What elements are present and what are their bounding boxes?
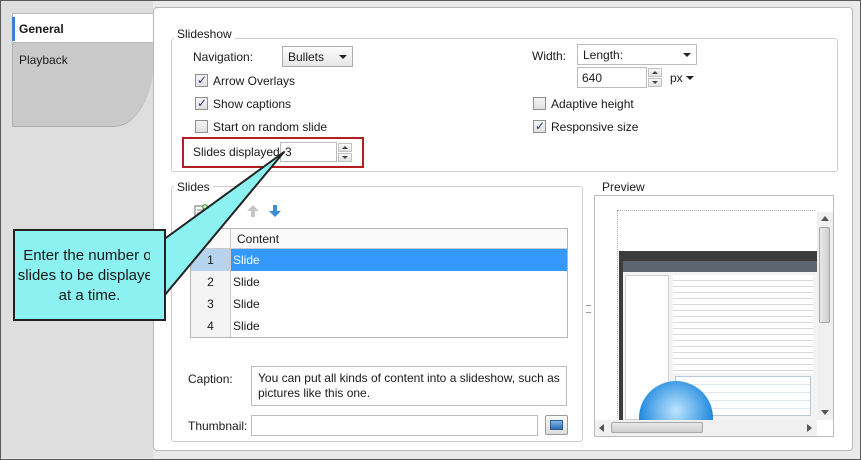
slide-preview-image — [619, 251, 817, 420]
show-captions-label: Show captions — [213, 97, 292, 111]
arrow-overlays-label: Arrow Overlays — [213, 74, 296, 88]
preview-vertical-scrollbar[interactable] — [817, 212, 833, 420]
callout-seam-cover — [150, 246, 164, 306]
adaptive-height-checkbox[interactable] — [533, 97, 546, 110]
scroll-down-icon[interactable] — [821, 410, 829, 415]
slides-displayed-stepper[interactable] — [338, 143, 352, 162]
tab-general-label: General — [19, 22, 64, 36]
spin-down-icon[interactable] — [648, 78, 662, 87]
start-random-checkbox[interactable] — [195, 120, 208, 133]
callout-pointer — [151, 151, 285, 297]
caption-textarea[interactable]: You can put all kinds of content into a … — [251, 366, 567, 406]
width-unit-value: px — [670, 71, 683, 85]
thumbnail-input[interactable] — [251, 415, 538, 436]
show-captions-checkbox[interactable] — [195, 96, 208, 110]
width-value-input[interactable]: 640 — [577, 67, 647, 88]
tab-playback[interactable]: Playback — [19, 53, 68, 67]
scroll-left-icon[interactable] — [599, 424, 604, 432]
navigation-value: Bullets — [288, 50, 325, 64]
adaptive-height-label: Adaptive height — [551, 97, 634, 111]
image-icon — [550, 420, 563, 430]
width-stepper[interactable] — [648, 68, 662, 87]
scroll-right-icon[interactable] — [807, 424, 812, 432]
scroll-thumb[interactable] — [819, 227, 830, 323]
scroll-thumb-horizontal[interactable] — [611, 422, 703, 433]
splitter-grip-icon[interactable] — [586, 305, 591, 313]
chevron-down-icon — [686, 76, 694, 80]
start-random-label: Start on random slide — [213, 120, 328, 134]
spin-up-icon[interactable] — [648, 68, 662, 77]
width-mode-select[interactable]: Length: — [577, 44, 697, 65]
responsive-size-label: Responsive size — [551, 120, 639, 134]
arrow-overlays-checkbox[interactable] — [195, 73, 208, 87]
caption-value: You can put all kinds of content into a … — [258, 371, 560, 400]
responsive-size-checkbox[interactable] — [533, 119, 546, 133]
chevron-down-icon — [339, 55, 347, 59]
slide-screen — [623, 261, 817, 420]
row-number: 4 — [191, 315, 231, 337]
tab-general[interactable]: General — [12, 13, 154, 43]
row-content: Slide — [233, 319, 260, 333]
thumbnail-label: Thumbnail: — [188, 419, 248, 433]
preview-group-title: Preview — [599, 180, 648, 194]
callout-text: Enter the number of slides to be display… — [17, 247, 162, 304]
browse-image-button[interactable] — [545, 415, 568, 435]
instruction-callout: Enter the number of slides to be display… — [13, 229, 166, 321]
spin-down-icon[interactable] — [338, 153, 352, 162]
width-value: 640 — [582, 71, 603, 85]
chevron-down-icon — [683, 53, 691, 57]
width-label: Width: — [532, 49, 567, 63]
slide-screen-body — [673, 275, 813, 373]
slide-screen-header — [623, 261, 817, 272]
width-unit-select[interactable]: px — [664, 67, 697, 88]
width-mode-value: Length: — [583, 48, 624, 62]
preview-horizontal-scrollbar[interactable] — [595, 420, 817, 436]
slideshow-group-title: Slideshow — [174, 27, 235, 41]
table-row[interactable]: 4 Slide — [191, 315, 567, 337]
spin-up-icon[interactable] — [338, 143, 352, 152]
preview-pane — [594, 195, 834, 437]
caption-label: Caption: — [188, 372, 233, 386]
navigation-label: Navigation: — [193, 50, 254, 64]
navigation-select[interactable]: Bullets — [282, 46, 353, 67]
scroll-up-icon[interactable] — [821, 216, 829, 221]
